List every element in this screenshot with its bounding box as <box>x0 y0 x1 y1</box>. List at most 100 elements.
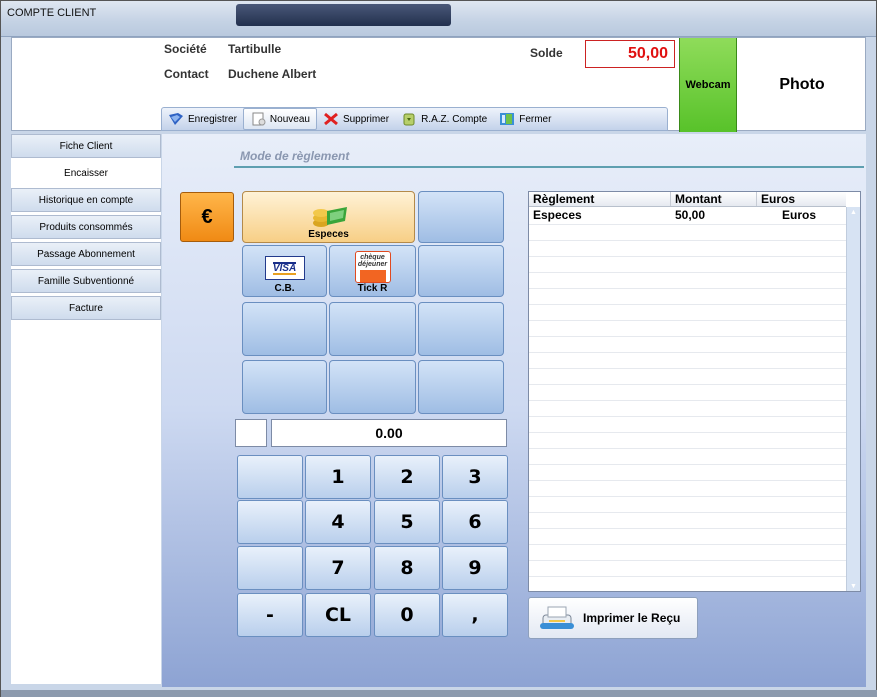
table-gridline <box>529 464 846 465</box>
sidebar-item-historique[interactable]: Historique en compte <box>11 188 161 212</box>
keypad-blank[interactable] <box>237 546 303 590</box>
ticket-restaurant-button[interactable]: chèque déjeuner Tick R <box>329 245 416 297</box>
column-header-reglement[interactable]: Règlement <box>529 192 671 206</box>
table-gridline <box>529 432 846 433</box>
table-gridline <box>529 480 846 481</box>
cb-button[interactable]: VISA C.B. <box>242 245 327 297</box>
cheque-logo <box>359 270 386 282</box>
especes-label: Especes <box>308 229 349 240</box>
title-bar-highlight <box>236 4 451 26</box>
table-gridline <box>529 240 846 241</box>
table-gridline <box>529 320 846 321</box>
table-gridline <box>529 336 846 337</box>
delete-icon <box>323 112 339 126</box>
sidebar-item-famille[interactable]: Famille Subventionné <box>11 269 161 293</box>
sidebar-item-abonnement[interactable]: Passage Abonnement <box>11 242 161 266</box>
table-gridline <box>529 304 846 305</box>
table-scrollbar[interactable]: ▲ ▼ <box>846 207 860 591</box>
table-gridline <box>529 496 846 497</box>
keypad-5[interactable]: 5 <box>374 500 440 544</box>
sidebar-item-facture[interactable]: Facture <box>11 296 161 320</box>
keypad-7[interactable]: 7 <box>305 546 371 590</box>
section-title: Mode de règlement <box>240 149 350 163</box>
payment-slot-empty[interactable] <box>242 302 327 356</box>
table-gridline <box>529 560 846 561</box>
table-gridline <box>529 384 846 385</box>
new-icon <box>250 112 266 126</box>
toolbar: Enregistrer Nouveau Supprimer R.A.Z. Com… <box>161 107 668 131</box>
keypad-0[interactable]: 0 <box>374 593 440 637</box>
sidebar-item-fiche-client[interactable]: Fiche Client <box>11 134 161 158</box>
payment-slot-empty[interactable] <box>418 360 504 414</box>
cheque-text: chèque <box>360 254 385 261</box>
keypad-2[interactable]: 2 <box>374 455 440 499</box>
delete-button[interactable]: Supprimer <box>317 108 395 130</box>
column-header-montant[interactable]: Montant <box>671 192 757 206</box>
table-gridline <box>529 224 846 225</box>
reset-account-label: R.A.Z. Compte <box>421 113 488 125</box>
cheque-dejeuner-icon: chèque déjeuner <box>354 251 391 283</box>
webcam-button[interactable]: Webcam <box>679 38 737 132</box>
compte-client-window: COMPTE CLIENT Société Tartibulle Contact… <box>0 0 877 697</box>
solde-value: 50,00 <box>585 40 675 68</box>
table-gridline <box>529 288 846 289</box>
close-button[interactable]: Fermer <box>493 108 557 130</box>
bottom-border <box>1 690 877 697</box>
especes-button[interactable]: Especes <box>242 191 415 243</box>
encaisser-panel: Mode de règlement € Especes VISA C.B. ch… <box>162 134 866 687</box>
keypad-4[interactable]: 4 <box>305 500 371 544</box>
scroll-down-icon[interactable]: ▼ <box>850 583 857 590</box>
payment-slot-empty[interactable] <box>418 245 504 297</box>
keypad-blank[interactable] <box>237 500 303 544</box>
keypad-3[interactable]: 3 <box>442 455 508 499</box>
title-bar: COMPTE CLIENT <box>1 1 876 37</box>
payment-slot-empty[interactable] <box>329 360 416 414</box>
print-receipt-button[interactable]: Imprimer le Reçu <box>528 597 698 639</box>
cell-montant: 50,00 <box>675 208 706 222</box>
cell-euros: Euros <box>781 208 816 222</box>
keypad-minus[interactable]: - <box>237 593 303 637</box>
amount-field[interactable]: 0.00 <box>271 419 507 447</box>
table-gridline <box>529 416 846 417</box>
print-receipt-label: Imprimer le Reçu <box>583 611 681 625</box>
sidebar-item-encaisser[interactable]: Encaisser <box>11 161 161 185</box>
payment-slot-empty[interactable] <box>329 302 416 356</box>
dejeuner-text: déjeuner <box>357 261 388 268</box>
table-gridline <box>529 272 846 273</box>
table-header: Règlement Montant Euros <box>529 192 846 207</box>
visa-icon: VISA <box>264 256 305 280</box>
tick-label: Tick R <box>357 283 388 294</box>
sign-field[interactable] <box>235 419 267 447</box>
keypad-1[interactable]: 1 <box>305 455 371 499</box>
contact-value: Duchene Albert <box>228 67 317 81</box>
printer-icon <box>540 606 574 629</box>
save-label: Enregistrer <box>188 113 237 125</box>
euro-button[interactable]: € <box>180 192 234 242</box>
keypad-clear[interactable]: CL <box>305 593 371 637</box>
table-gridline <box>529 368 846 369</box>
payments-table: Règlement Montant Euros Especes 50,00 Eu… <box>528 191 861 592</box>
visa-text: VISA <box>272 261 297 275</box>
payment-slot-empty[interactable] <box>418 191 504 243</box>
table-row[interactable]: Especes 50,00 Euros <box>529 208 846 223</box>
keypad-6[interactable]: 6 <box>442 500 508 544</box>
sidebar-item-produits[interactable]: Produits consommés <box>11 215 161 239</box>
payment-slot-empty[interactable] <box>418 302 504 356</box>
payment-slot-empty[interactable] <box>242 360 327 414</box>
cell-reglement: Especes <box>533 208 582 222</box>
cash-icon <box>312 207 347 227</box>
scroll-up-icon[interactable]: ▲ <box>850 209 857 216</box>
new-label: Nouveau <box>269 113 310 125</box>
keypad-comma[interactable]: , <box>442 593 508 637</box>
save-button[interactable]: Enregistrer <box>162 108 243 130</box>
societe-value: Tartibulle <box>228 42 282 56</box>
keypad-blank[interactable] <box>237 455 303 499</box>
window-title: COMPTE CLIENT <box>7 7 97 19</box>
keypad-9[interactable]: 9 <box>442 546 508 590</box>
section-divider <box>234 166 864 168</box>
reset-account-button[interactable]: R.A.Z. Compte <box>395 108 493 130</box>
column-header-euros[interactable]: Euros <box>757 192 846 206</box>
keypad-8[interactable]: 8 <box>374 546 440 590</box>
delete-label: Supprimer <box>342 113 390 125</box>
new-button[interactable]: Nouveau <box>242 108 317 130</box>
